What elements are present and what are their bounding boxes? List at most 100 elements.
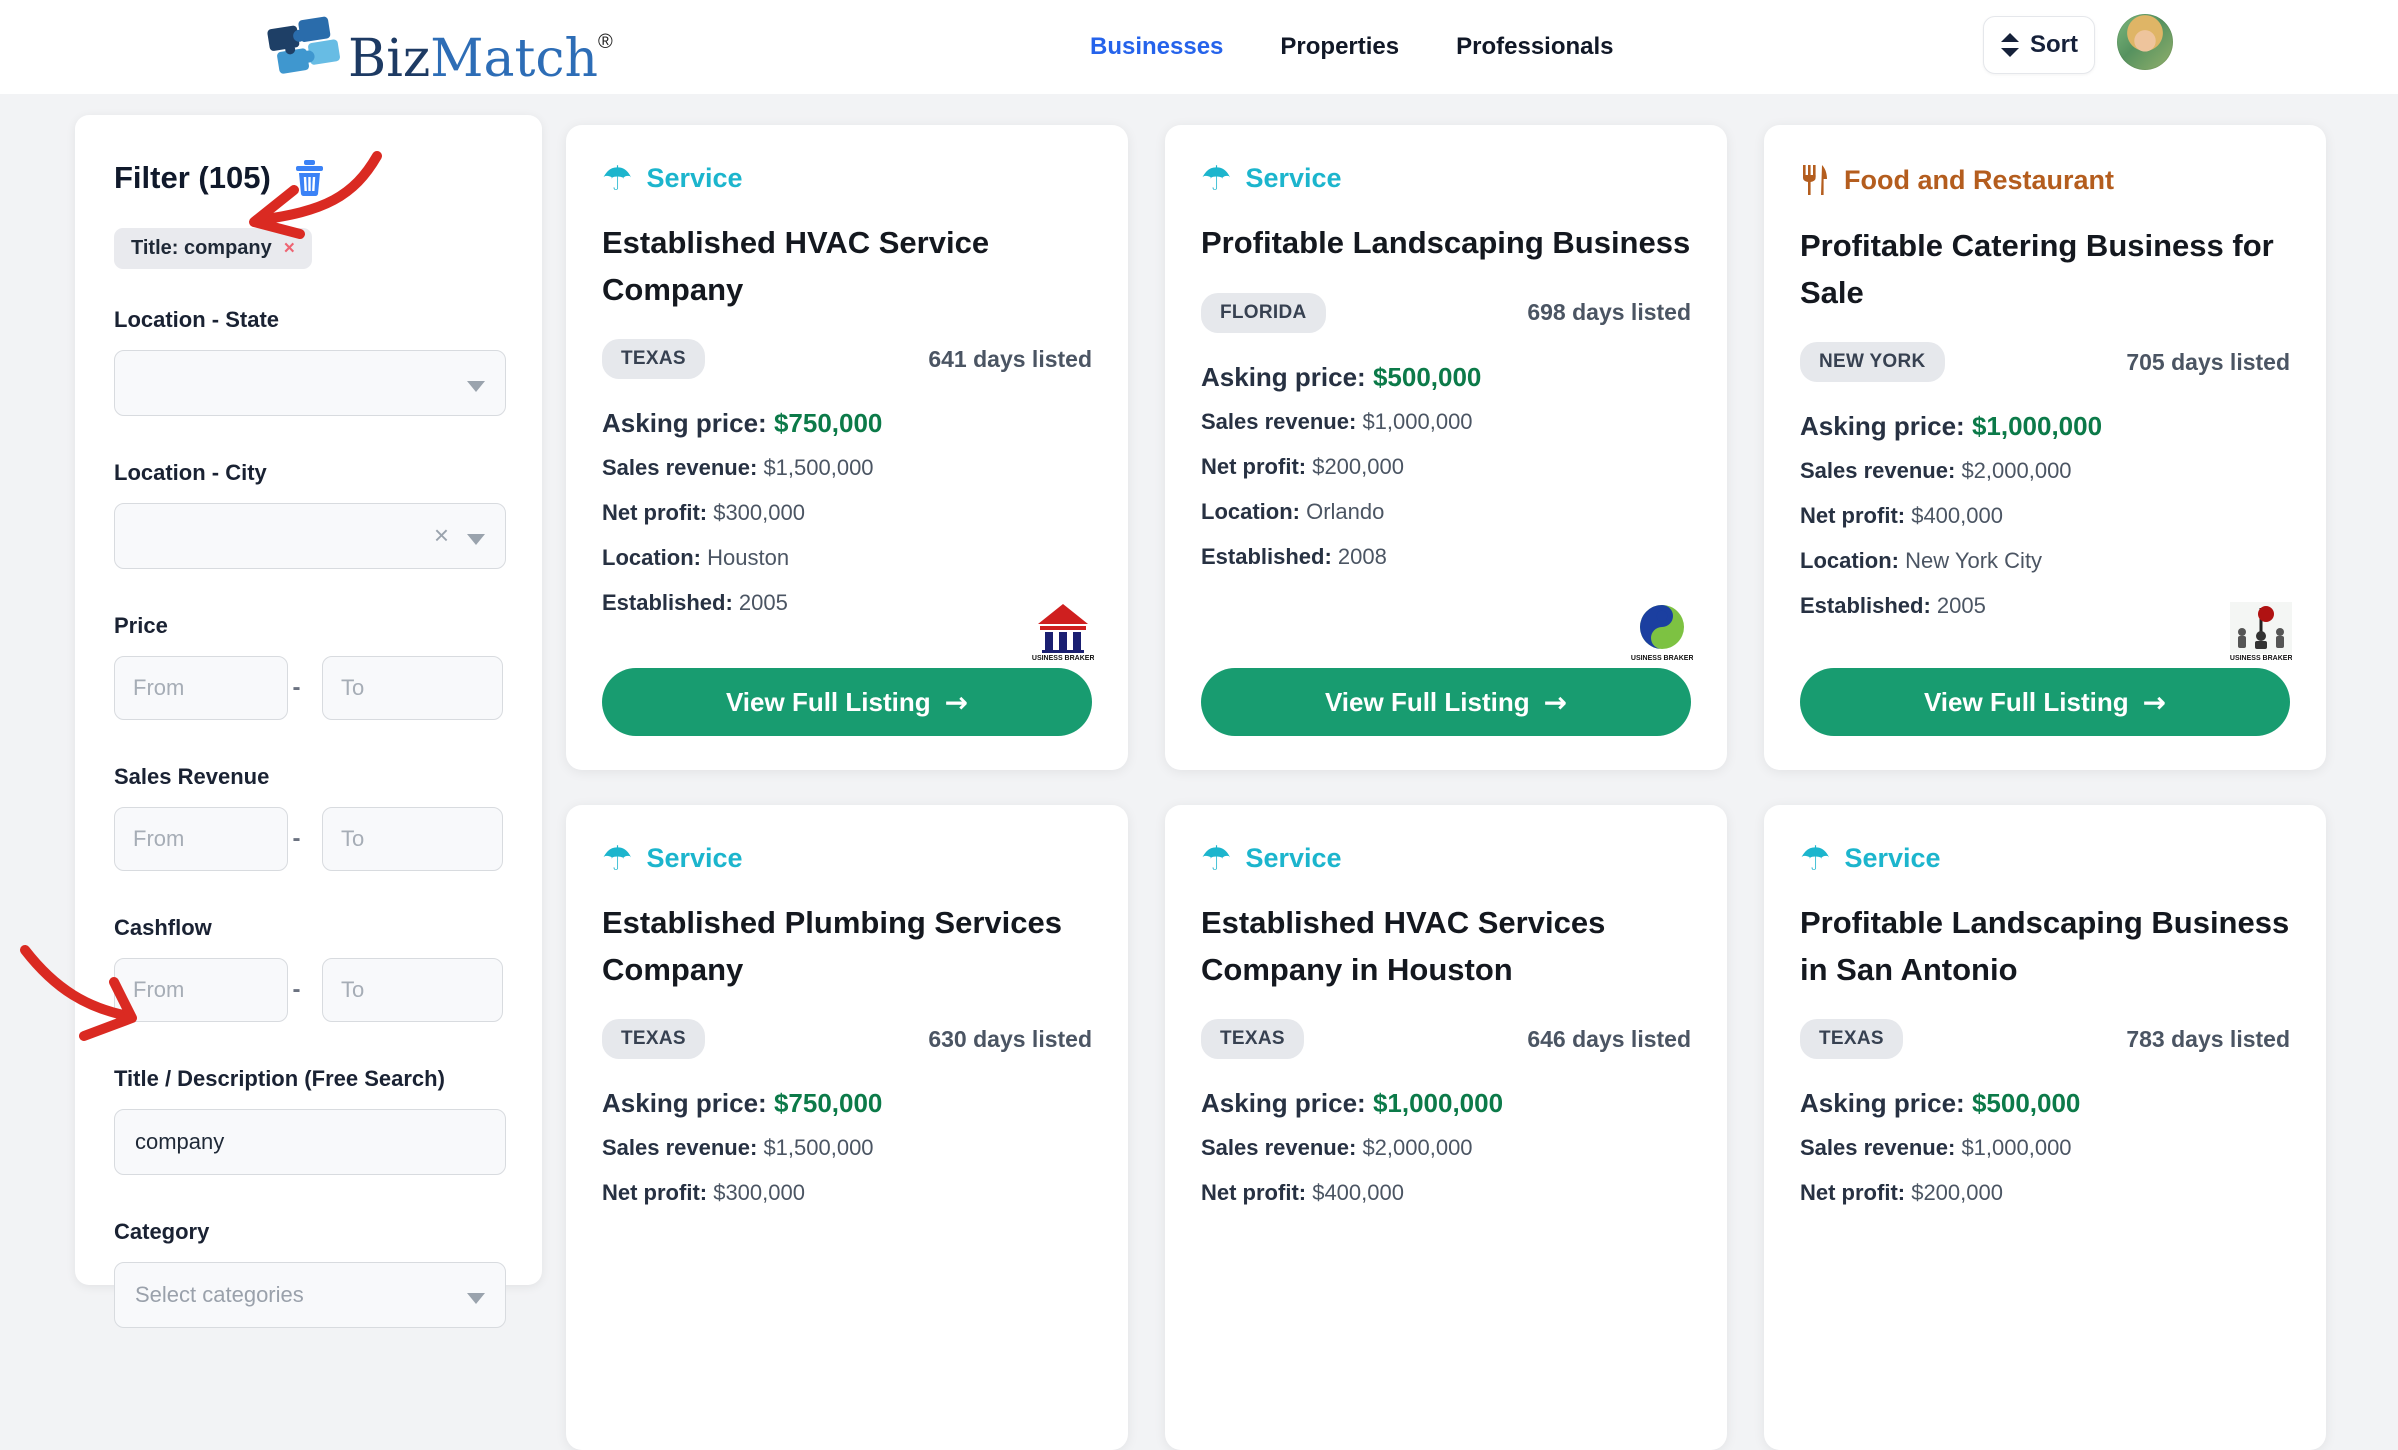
field-value: 2005: [1937, 593, 1986, 618]
listing-card[interactable]: ☂ServiceEstablished Plumbing Services Co…: [566, 805, 1128, 1450]
view-full-listing-button[interactable]: View Full Listing→: [1201, 668, 1691, 736]
state-filter-label: Location - State: [114, 307, 503, 333]
field-value: $1,000,000: [1362, 409, 1472, 434]
umbrella-icon: ☂: [1201, 164, 1231, 194]
logo-text: BizMatch®: [348, 8, 613, 93]
field-value: $300,000: [713, 500, 805, 525]
broker-logo: BUSINESS BRAKERS: [1032, 602, 1094, 666]
card-fields: Asking price: $500,000Sales revenue: $1,…: [1201, 363, 1691, 571]
card-field: Established: 2005: [1800, 592, 2290, 620]
city-select[interactable]: ×: [114, 503, 506, 569]
bizmatch-logo[interactable]: BizMatch®: [262, 8, 613, 93]
field-value: $1,000,000: [1972, 411, 2102, 441]
price-from-input[interactable]: [114, 656, 288, 720]
listings-grid: ☂ServiceEstablished HVAC Service Company…: [566, 125, 2346, 1450]
nav-tab-properties[interactable]: Properties: [1280, 33, 1399, 61]
card-field: Asking price: $1,000,000: [1201, 1089, 1691, 1117]
card-title: Established Plumbing Services Company: [602, 900, 1092, 993]
field-label: Established:: [1800, 593, 1937, 618]
card-badge-row: FLORIDA 698 days listed: [1201, 293, 1691, 333]
card-title: Established HVAC Services Company in Hou…: [1201, 900, 1691, 993]
card-field: Net profit: $400,000: [1201, 1179, 1691, 1207]
field-value: $1,500,000: [763, 1135, 873, 1160]
view-full-listing-button[interactable]: View Full Listing→: [602, 668, 1092, 736]
listing-card[interactable]: ☂ServiceEstablished HVAC Service Company…: [566, 125, 1128, 770]
days-listed: 641 days listed: [928, 346, 1092, 373]
field-value: Orlando: [1306, 499, 1384, 524]
sales-revenue-to-input[interactable]: [322, 807, 503, 871]
listing-card[interactable]: ☂ServiceProfitable Landscaping Business …: [1764, 805, 2326, 1450]
state-badge: TEXAS: [1800, 1019, 1903, 1059]
price-to-input[interactable]: [322, 656, 503, 720]
field-label: Sales revenue:: [602, 455, 763, 480]
field-label: Sales revenue:: [1800, 458, 1961, 483]
field-value: $1,000,000: [1373, 1088, 1503, 1118]
field-label: Asking price:: [1800, 411, 1972, 441]
free-search-input[interactable]: [114, 1109, 506, 1175]
card-title: Established HVAC Service Company: [602, 220, 1092, 313]
range-separator: -: [288, 825, 305, 853]
card-category-label: Service: [646, 163, 742, 194]
chevron-down-icon: [467, 534, 485, 545]
nav-tab-businesses[interactable]: Businesses: [1090, 33, 1223, 61]
card-field: Sales revenue: $2,000,000: [1800, 457, 2290, 485]
chip-remove-icon[interactable]: ×: [284, 238, 295, 260]
clear-icon[interactable]: ×: [434, 520, 449, 551]
card-category-row: ☂Service: [1800, 843, 2290, 874]
field-value: $400,000: [1911, 503, 2003, 528]
sort-button[interactable]: Sort: [1983, 16, 2095, 74]
card-field: Asking price: $500,000: [1800, 1089, 2290, 1117]
sales-revenue-filter-label: Sales Revenue: [114, 764, 503, 790]
card-category-label: Service: [1245, 163, 1341, 194]
card-field: Net profit: $200,000: [1201, 453, 1691, 481]
listing-card[interactable]: ☂ServiceEstablished HVAC Services Compan…: [1165, 805, 1727, 1450]
trash-icon[interactable]: [293, 159, 326, 196]
field-value: $500,000: [1972, 1088, 2080, 1118]
listing-card[interactable]: ☂ServiceProfitable Landscaping BusinessF…: [1165, 125, 1727, 770]
broker-logo: BUSINESS BRAKERS: [2230, 602, 2292, 666]
card-field: Location: New York City: [1800, 547, 2290, 575]
field-label: Net profit:: [602, 500, 713, 525]
user-avatar[interactable]: [2117, 14, 2173, 70]
view-listing-label: View Full Listing: [1325, 687, 1530, 718]
days-listed: 783 days listed: [2126, 1026, 2290, 1053]
view-full-listing-button[interactable]: View Full Listing→: [1800, 668, 2290, 736]
card-field: Sales revenue: $1,500,000: [602, 1134, 1092, 1162]
card-badge-row: NEW YORK705 days listed: [1800, 342, 2290, 382]
cashflow-to-input[interactable]: [322, 958, 503, 1022]
field-value: 2008: [1338, 544, 1387, 569]
field-label: Location:: [1800, 548, 1905, 573]
field-value: $750,000: [774, 1088, 882, 1118]
listing-card[interactable]: Food and RestaurantProfitable Catering B…: [1764, 125, 2326, 770]
sales-revenue-from-input[interactable]: [114, 807, 288, 871]
field-value: $2,000,000: [1362, 1135, 1472, 1160]
card-fields: Asking price: $1,000,000Sales revenue: $…: [1201, 1089, 1691, 1207]
active-filter-chip[interactable]: Title: company ×: [114, 228, 312, 269]
field-value: $200,000: [1911, 1180, 2003, 1205]
field-label: Established:: [1201, 544, 1338, 569]
card-fields: Asking price: $500,000 Sales revenue: $1,…: [1800, 1089, 2290, 1207]
category-select[interactable]: Select categories: [114, 1262, 506, 1328]
days-listed: 630 days listed: [928, 1026, 1092, 1053]
chevron-down-icon: [467, 381, 485, 392]
card-field: Asking price: $750,000: [602, 1089, 1092, 1117]
arrow-right-icon: →: [945, 686, 968, 719]
card-field: Net profit: $300,000: [602, 499, 1092, 527]
field-label: Net profit:: [1800, 1180, 1911, 1205]
days-listed: 698 days listed: [1527, 299, 1691, 326]
main-nav: Businesses Properties Professionals: [1090, 0, 1614, 94]
umbrella-icon: ☂: [602, 844, 632, 874]
field-value: $300,000: [713, 1180, 805, 1205]
nav-tab-professionals[interactable]: Professionals: [1456, 33, 1613, 61]
state-select[interactable]: [114, 350, 506, 416]
svg-text:BUSINESS BRAKERS: BUSINESS BRAKERS: [2230, 655, 2292, 662]
card-field: Net profit: $200,000: [1800, 1179, 2290, 1207]
card-field: Sales revenue: $1,000,000: [1800, 1134, 2290, 1162]
field-label: Asking price:: [1201, 1088, 1373, 1118]
card-badge-row: TEXAS641 days listed: [602, 339, 1092, 379]
price-filter-label: Price: [114, 613, 503, 639]
cashflow-from-input[interactable]: [114, 958, 288, 1022]
registered-mark: ®: [598, 31, 613, 53]
state-badge: FLORIDA: [1201, 293, 1326, 333]
card-fields: Asking price: $750,000Sales revenue: $1,…: [602, 409, 1092, 617]
